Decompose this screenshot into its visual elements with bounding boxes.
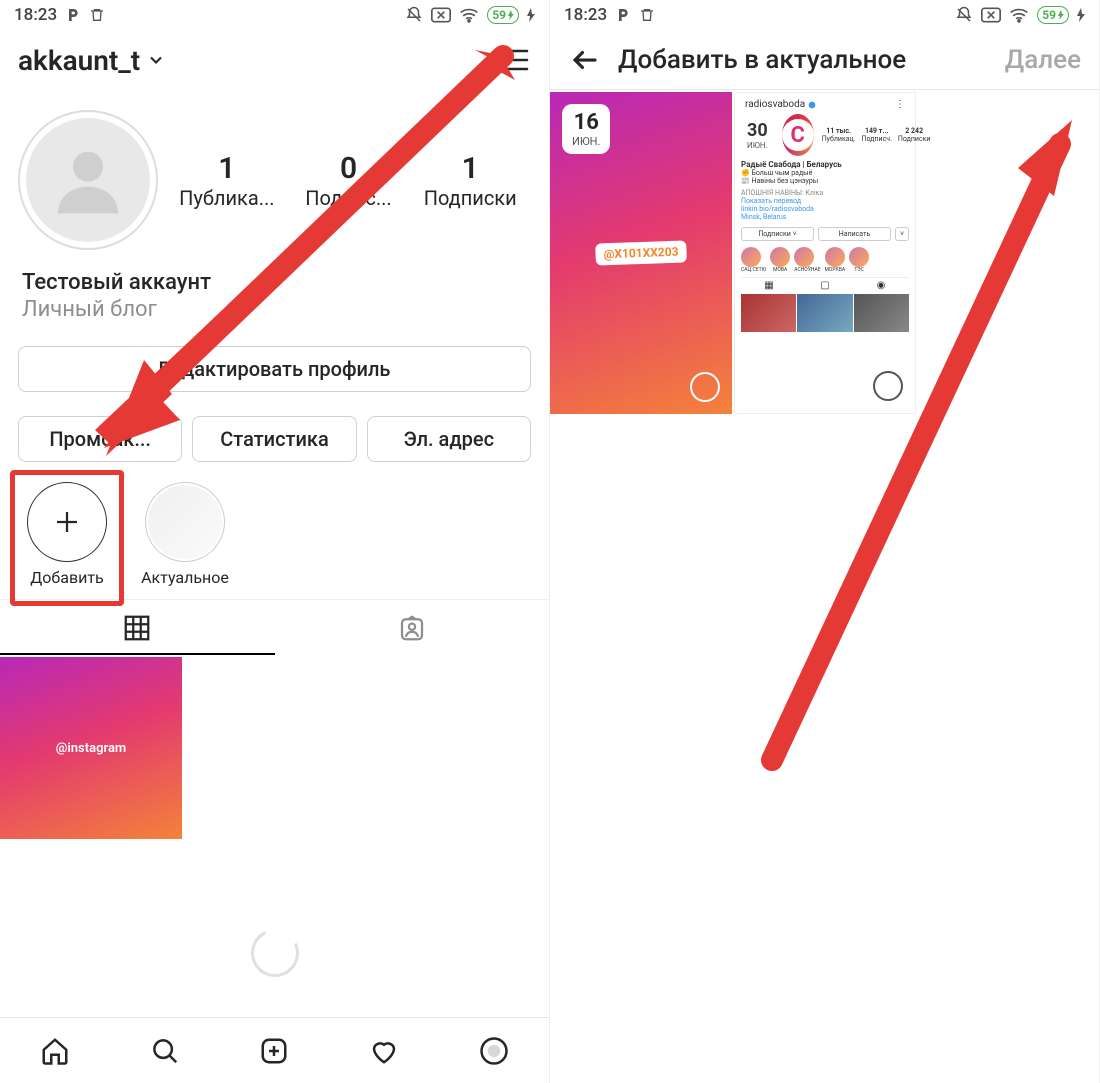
profile-screen: 18:23 59 [0, 0, 550, 1083]
header-title: Добавить в актуальное [602, 45, 1005, 75]
status-bar: 18:23 59 [550, 0, 1099, 30]
nav-create[interactable] [220, 1018, 330, 1083]
charging-icon [527, 8, 535, 22]
story-picker-grid: 16 июн. @X101XX203 radiosvaboda ⋮ 30 ИЮН… [550, 90, 1099, 414]
highlight-add[interactable]: Добавить [22, 482, 112, 587]
username-switcher[interactable]: akkaunt_t [18, 44, 166, 77]
nav-profile[interactable] [439, 1018, 549, 1083]
category-label: Личный блог [22, 297, 527, 322]
mute-icon [955, 6, 973, 24]
menu-button[interactable] [497, 43, 531, 77]
loading-spinner [244, 922, 306, 984]
wifi-icon [1009, 7, 1029, 23]
display-name: Тестовый аккаунт [22, 270, 527, 295]
add-highlight-screen: 18:23 59 [550, 0, 1100, 1083]
profile-header: akkaunt_t [0, 30, 549, 90]
status-time: 18:23 [564, 5, 607, 25]
status-time: 18:23 [14, 5, 57, 25]
email-button[interactable]: Эл. адрес [367, 416, 531, 462]
story-tile-0[interactable]: 16 июн. @X101XX203 [550, 92, 732, 414]
story-mention-sticker: @X101XX203 [595, 240, 687, 265]
nav-activity[interactable] [329, 1018, 439, 1083]
mute-icon [405, 6, 423, 24]
chevron-down-icon [146, 44, 166, 77]
edit-profile-button[interactable]: Редактировать профиль [18, 346, 531, 392]
verified-icon [808, 101, 816, 109]
promotions-button[interactable]: Промоак... [18, 416, 182, 462]
profile-stats-row: 1 Публика... 0 Подпис... 1 Подписки [0, 90, 549, 264]
story-date-badge: 16 июн. [562, 104, 610, 154]
battery-indicator: 59 [1037, 6, 1069, 24]
bottom-nav [0, 1017, 549, 1083]
insights-button[interactable]: Статистика [192, 416, 356, 462]
username-label: akkaunt_t [18, 44, 140, 77]
select-circle[interactable] [690, 372, 720, 402]
trash-icon [639, 7, 655, 23]
x-box-icon [981, 7, 1001, 23]
charging-icon [1077, 8, 1085, 22]
mini-message-button: Написать [818, 227, 891, 241]
bio-block: Тестовый аккаунт Личный блог [0, 270, 549, 322]
nav-home[interactable] [0, 1018, 110, 1083]
avatar[interactable] [18, 110, 158, 250]
tab-tagged[interactable] [275, 600, 550, 655]
p-icon [615, 7, 631, 23]
avatar-placeholder [26, 118, 150, 242]
tab-grid[interactable] [0, 600, 275, 655]
trash-icon [89, 7, 105, 23]
mini-avatar: С [782, 114, 814, 156]
grid-post-0[interactable]: @instagram [0, 657, 182, 839]
select-circle[interactable] [873, 371, 903, 401]
profile-tabs [0, 599, 549, 655]
highlights-strip: Добавить Актуальное [0, 462, 549, 599]
nav-search[interactable] [110, 1018, 220, 1083]
mini-follow-button: Подписки ˅ [741, 227, 814, 241]
highlight-header: Добавить в актуальное Далее [550, 30, 1099, 90]
stat-followers[interactable]: 0 Подпис... [288, 151, 410, 210]
stat-following[interactable]: 1 Подписки [409, 151, 531, 210]
highlight-actual[interactable]: Актуальное [140, 482, 230, 587]
battery-indicator: 59 [487, 6, 519, 24]
back-button[interactable] [568, 43, 602, 77]
more-icon: ⋮ [895, 99, 905, 110]
p-icon [65, 7, 81, 23]
stat-posts[interactable]: 1 Публика... [166, 151, 288, 210]
story-tile-1[interactable]: radiosvaboda ⋮ 30 ИЮН. С 11 тыс.Публикац… [734, 92, 916, 414]
mini-expand-button: ˅ [895, 227, 909, 241]
wifi-icon [459, 7, 479, 23]
next-button[interactable]: Далее [1005, 45, 1081, 75]
status-bar: 18:23 59 [0, 0, 549, 30]
x-box-icon [431, 7, 451, 23]
